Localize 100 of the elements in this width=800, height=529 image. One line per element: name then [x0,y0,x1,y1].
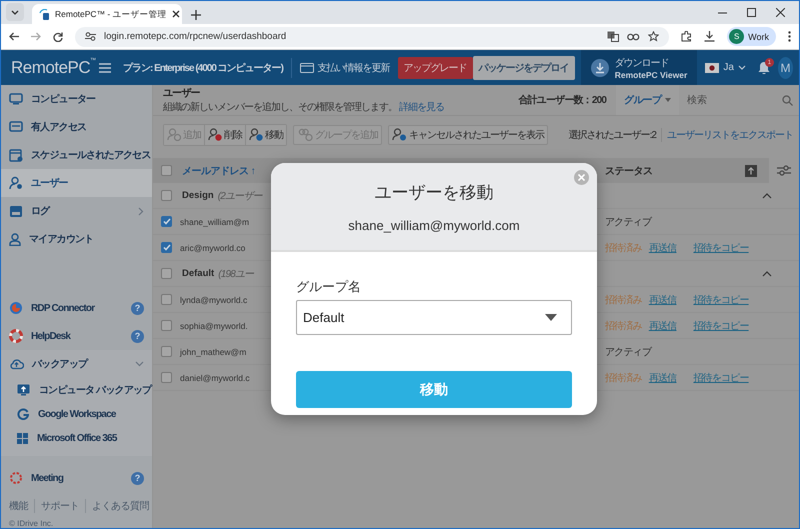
status-text: アクティブ [605,346,652,358]
sidebar-item[interactable]: ユーザー [1,169,152,197]
toolbar-button[interactable]: 削除 [204,124,245,144]
user-cancel-icon [392,128,407,141]
footer-link[interactable]: サポート [34,499,85,513]
monitor-icon [9,93,23,105]
card-icon [300,62,314,72]
key-icon [627,32,640,40]
help-icon[interactable]: ? [131,302,144,314]
checkbox[interactable] [161,346,172,357]
export-link[interactable]: ユーザーリストをエクスポート [661,128,793,142]
sidebar-item[interactable]: HelpDesk ? [1,322,152,350]
email-cell: lynda@myworld.c [180,294,248,304]
favicon-icon [39,8,50,20]
help-icon[interactable]: ? [131,330,144,342]
new-tab-icon [191,10,201,20]
sidebar-item[interactable]: RDP Connector ? [1,294,152,322]
help-icon[interactable]: ? [131,472,144,484]
email-cell: shane_william@m [180,216,250,226]
group-select[interactable]: Default [296,300,572,335]
checkbox[interactable] [161,165,172,176]
checkbox[interactable] [161,294,172,305]
toolbar-button[interactable]: キャンセルされたユーザーを表示 [388,124,548,144]
sidebar-subitem[interactable]: Google Workspace [1,402,152,426]
translate-icon [607,31,620,42]
status-text: 招待済み [605,242,642,254]
sidebar-item[interactable]: コンピューター [1,85,152,113]
move-button[interactable]: 移動 [296,371,572,408]
star-icon [648,31,660,42]
bell-icon [758,61,770,74]
status-text: 招待済み [605,320,642,332]
maximize-icon [747,8,756,17]
sidebar-item[interactable]: バックアップ [1,350,152,378]
deploy-button[interactable]: パッケージをデプロイ [472,56,575,80]
email-cell: sophia@myworld. [180,320,248,330]
swirl-logo-icon [9,301,23,315]
checkbox[interactable] [161,242,172,253]
sidebar-item[interactable]: スケジュールされたアクセス [1,141,152,169]
address-bar[interactable]: login.remotepc.com/rpcnew/userdashboard [75,26,670,46]
screen-icon [9,121,23,133]
plan-text: プラン: Enterprise (4000 コンピューター) [122,61,284,74]
download-button[interactable]: ダウンロード RemotePC Viewer [580,50,698,85]
sidebar-subitem[interactable]: Microsoft Office 365 [1,426,152,450]
sidebar-item[interactable]: Meeting ? [1,464,152,492]
log-icon [9,204,23,218]
user-move-icon [249,128,263,141]
download-icon [590,58,609,76]
dialog-title: ユーザーを移動 [374,182,494,204]
checkbox[interactable] [161,268,172,279]
close-button[interactable] [574,170,589,185]
copyright-text: © IDrive Inc. [9,519,54,528]
browser-tab[interactable]: RemotePC™ - ユーザー管理 [32,4,182,24]
person-icon [9,232,21,246]
page-description: 組織の新しいメンバーを追加し、その権限を管理します。 詳細を見る [163,100,445,114]
user-email: shane_william@myworld.com [348,218,520,232]
sidebar-subitem[interactable]: コンピュータ バックアップ [1,378,152,402]
sidebar-item[interactable]: ログ [1,197,152,225]
status-text: 招待済み [605,372,642,384]
column-header[interactable]: ステータス [605,164,652,178]
site-info-icon [85,32,96,41]
upgrade-button[interactable]: アップグレード [398,56,473,78]
windows-grid-icon [17,432,28,444]
checkbox[interactable] [161,372,172,383]
group-name: Default [182,268,214,279]
avatar[interactable]: M [778,56,793,78]
status-text: 招待済み [605,294,642,306]
user-count: (198ユー [218,268,254,280]
toolbar-button[interactable]: 移動 [245,124,286,144]
forward-icon [31,32,41,41]
more-link[interactable]: 詳細を見る [398,102,444,113]
chevron-down-icon [11,10,19,14]
puzzle-icon [681,31,692,42]
caret-icon [665,98,671,102]
chevron-up-icon [762,192,772,198]
profile-button[interactable]: S Work [727,27,776,46]
total-users: 合計ユーザー数：200 [518,94,608,107]
checkbox[interactable] [161,190,172,201]
language-selector[interactable]: Ja [697,62,754,73]
page-title: ユーザー [163,86,201,100]
billing-link[interactable]: 支払い情報を更新 [300,60,390,74]
user-add-icon [167,128,181,141]
user-gear-icon [9,176,23,190]
checkbox[interactable] [161,320,172,331]
chevron-down-icon [135,361,144,367]
chevron-up-icon [762,270,772,276]
monitor-upload-icon [17,384,30,396]
close-icon [172,10,180,18]
sidebar-item[interactable]: マイアカウント [1,225,152,253]
dotted-ring-icon [9,471,23,485]
cloud-upload-icon [9,358,24,370]
group-filter[interactable]: グループ [616,85,679,115]
search-field[interactable]: 検索 [685,94,782,106]
group-name: Design [182,190,214,201]
checkbox[interactable] [161,216,172,227]
selected-count: 選択されたユーザー:2 [568,128,656,142]
sidebar-item[interactable]: 有人アクセス [1,113,152,141]
column-header[interactable]: メールアドレス ↑ [182,164,256,178]
tab-list-button[interactable] [6,3,24,21]
footer-link[interactable]: 機能 [9,499,34,513]
user-count: (2ユーザー [218,190,262,202]
